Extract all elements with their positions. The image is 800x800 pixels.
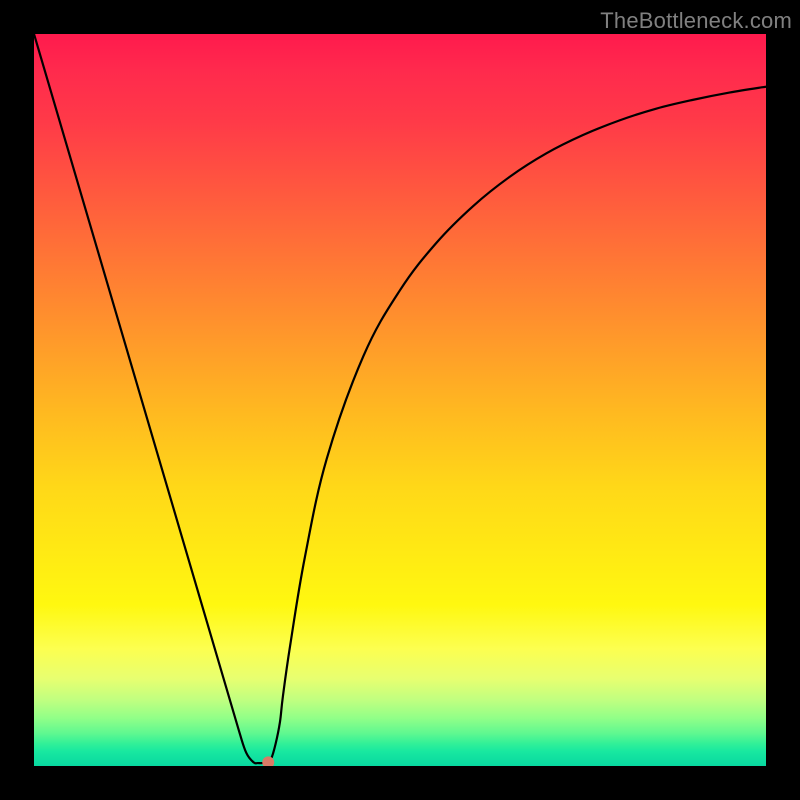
- plot-area: [34, 34, 766, 766]
- curve-svg: [34, 34, 766, 766]
- bottleneck-curve-line: [34, 34, 766, 763]
- chart-container: TheBottleneck.com: [0, 0, 800, 800]
- watermark-text: TheBottleneck.com: [600, 8, 792, 34]
